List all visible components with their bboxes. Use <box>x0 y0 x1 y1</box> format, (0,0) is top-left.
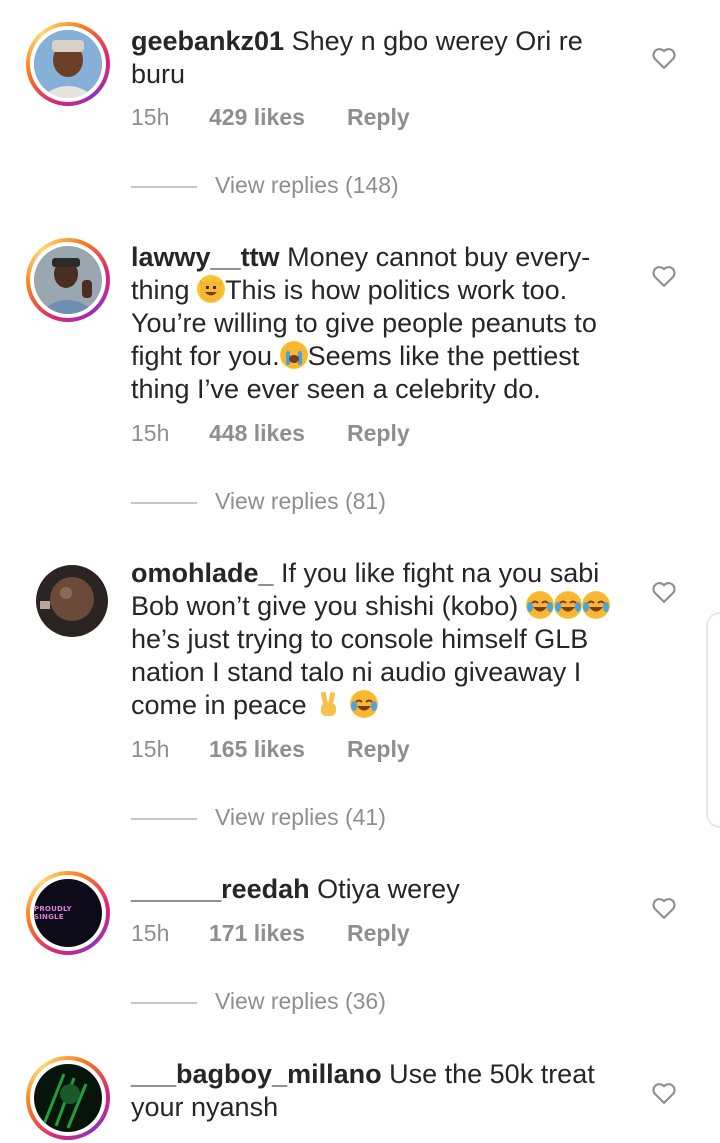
side-panel-edge[interactable] <box>706 612 720 828</box>
story-ring[interactable]: PROUDLY SINGLE <box>26 871 110 955</box>
divider-line <box>131 502 197 504</box>
heart-outline-icon[interactable] <box>650 894 678 922</box>
avatar <box>36 565 108 637</box>
likes-count[interactable]: 165 likes <box>209 736 305 763</box>
comment-text <box>342 690 350 720</box>
avatar-caption: PROUDLY SINGLE <box>34 905 72 921</box>
divider-line <box>131 186 197 188</box>
likes-count[interactable]: 429 likes <box>209 104 305 131</box>
avatar-photo <box>34 1064 102 1132</box>
story-ring[interactable] <box>26 22 110 106</box>
tears-of-joy-emoji <box>525 591 610 621</box>
reply-button[interactable]: Reply <box>347 736 410 763</box>
heart-outline-icon[interactable] <box>650 262 678 290</box>
tears-of-joy-emoji <box>349 690 378 718</box>
likes-count[interactable]: 171 likes <box>209 920 305 947</box>
comment-username[interactable]: lawwy__ttw <box>131 242 280 272</box>
loudly-crying-emoji <box>279 341 308 369</box>
comment-username[interactable]: omohlade_ <box>131 558 274 588</box>
reply-button[interactable]: Reply <box>347 920 410 947</box>
divider-line <box>131 818 197 820</box>
avatar <box>34 30 102 98</box>
comment-time: 15h <box>131 736 170 762</box>
heart-outline-icon[interactable] <box>650 44 678 72</box>
likes-count[interactable]: 448 likes <box>209 420 305 447</box>
comment-username[interactable]: geebankz01 <box>131 26 284 56</box>
avatar <box>34 246 102 314</box>
avatar-photo <box>34 246 102 314</box>
comment-username[interactable]: ______reedah <box>131 874 310 904</box>
heart-outline-icon[interactable] <box>650 1079 678 1107</box>
avatar-container[interactable] <box>26 555 110 639</box>
comment-time: 15h <box>131 420 170 446</box>
grinning-cat-emoji <box>197 275 226 303</box>
avatar: PROUDLY SINGLE <box>34 879 102 947</box>
heart-outline-icon[interactable] <box>650 578 678 606</box>
reply-button[interactable]: Reply <box>347 104 410 131</box>
avatar-photo <box>36 565 108 637</box>
comment-time: 15h <box>131 104 170 130</box>
comment-time: 15h <box>131 920 170 946</box>
avatar-photo <box>34 30 102 98</box>
avatar <box>34 1064 102 1132</box>
divider-line <box>131 1002 197 1004</box>
comment-username[interactable]: ___bagboy_millano <box>131 1059 382 1089</box>
victory-hand-emoji <box>314 690 342 718</box>
reply-button[interactable]: Reply <box>347 420 410 447</box>
comment-text: Otiya werey <box>317 874 460 904</box>
story-ring[interactable] <box>26 1056 110 1140</box>
story-ring[interactable] <box>26 238 110 322</box>
